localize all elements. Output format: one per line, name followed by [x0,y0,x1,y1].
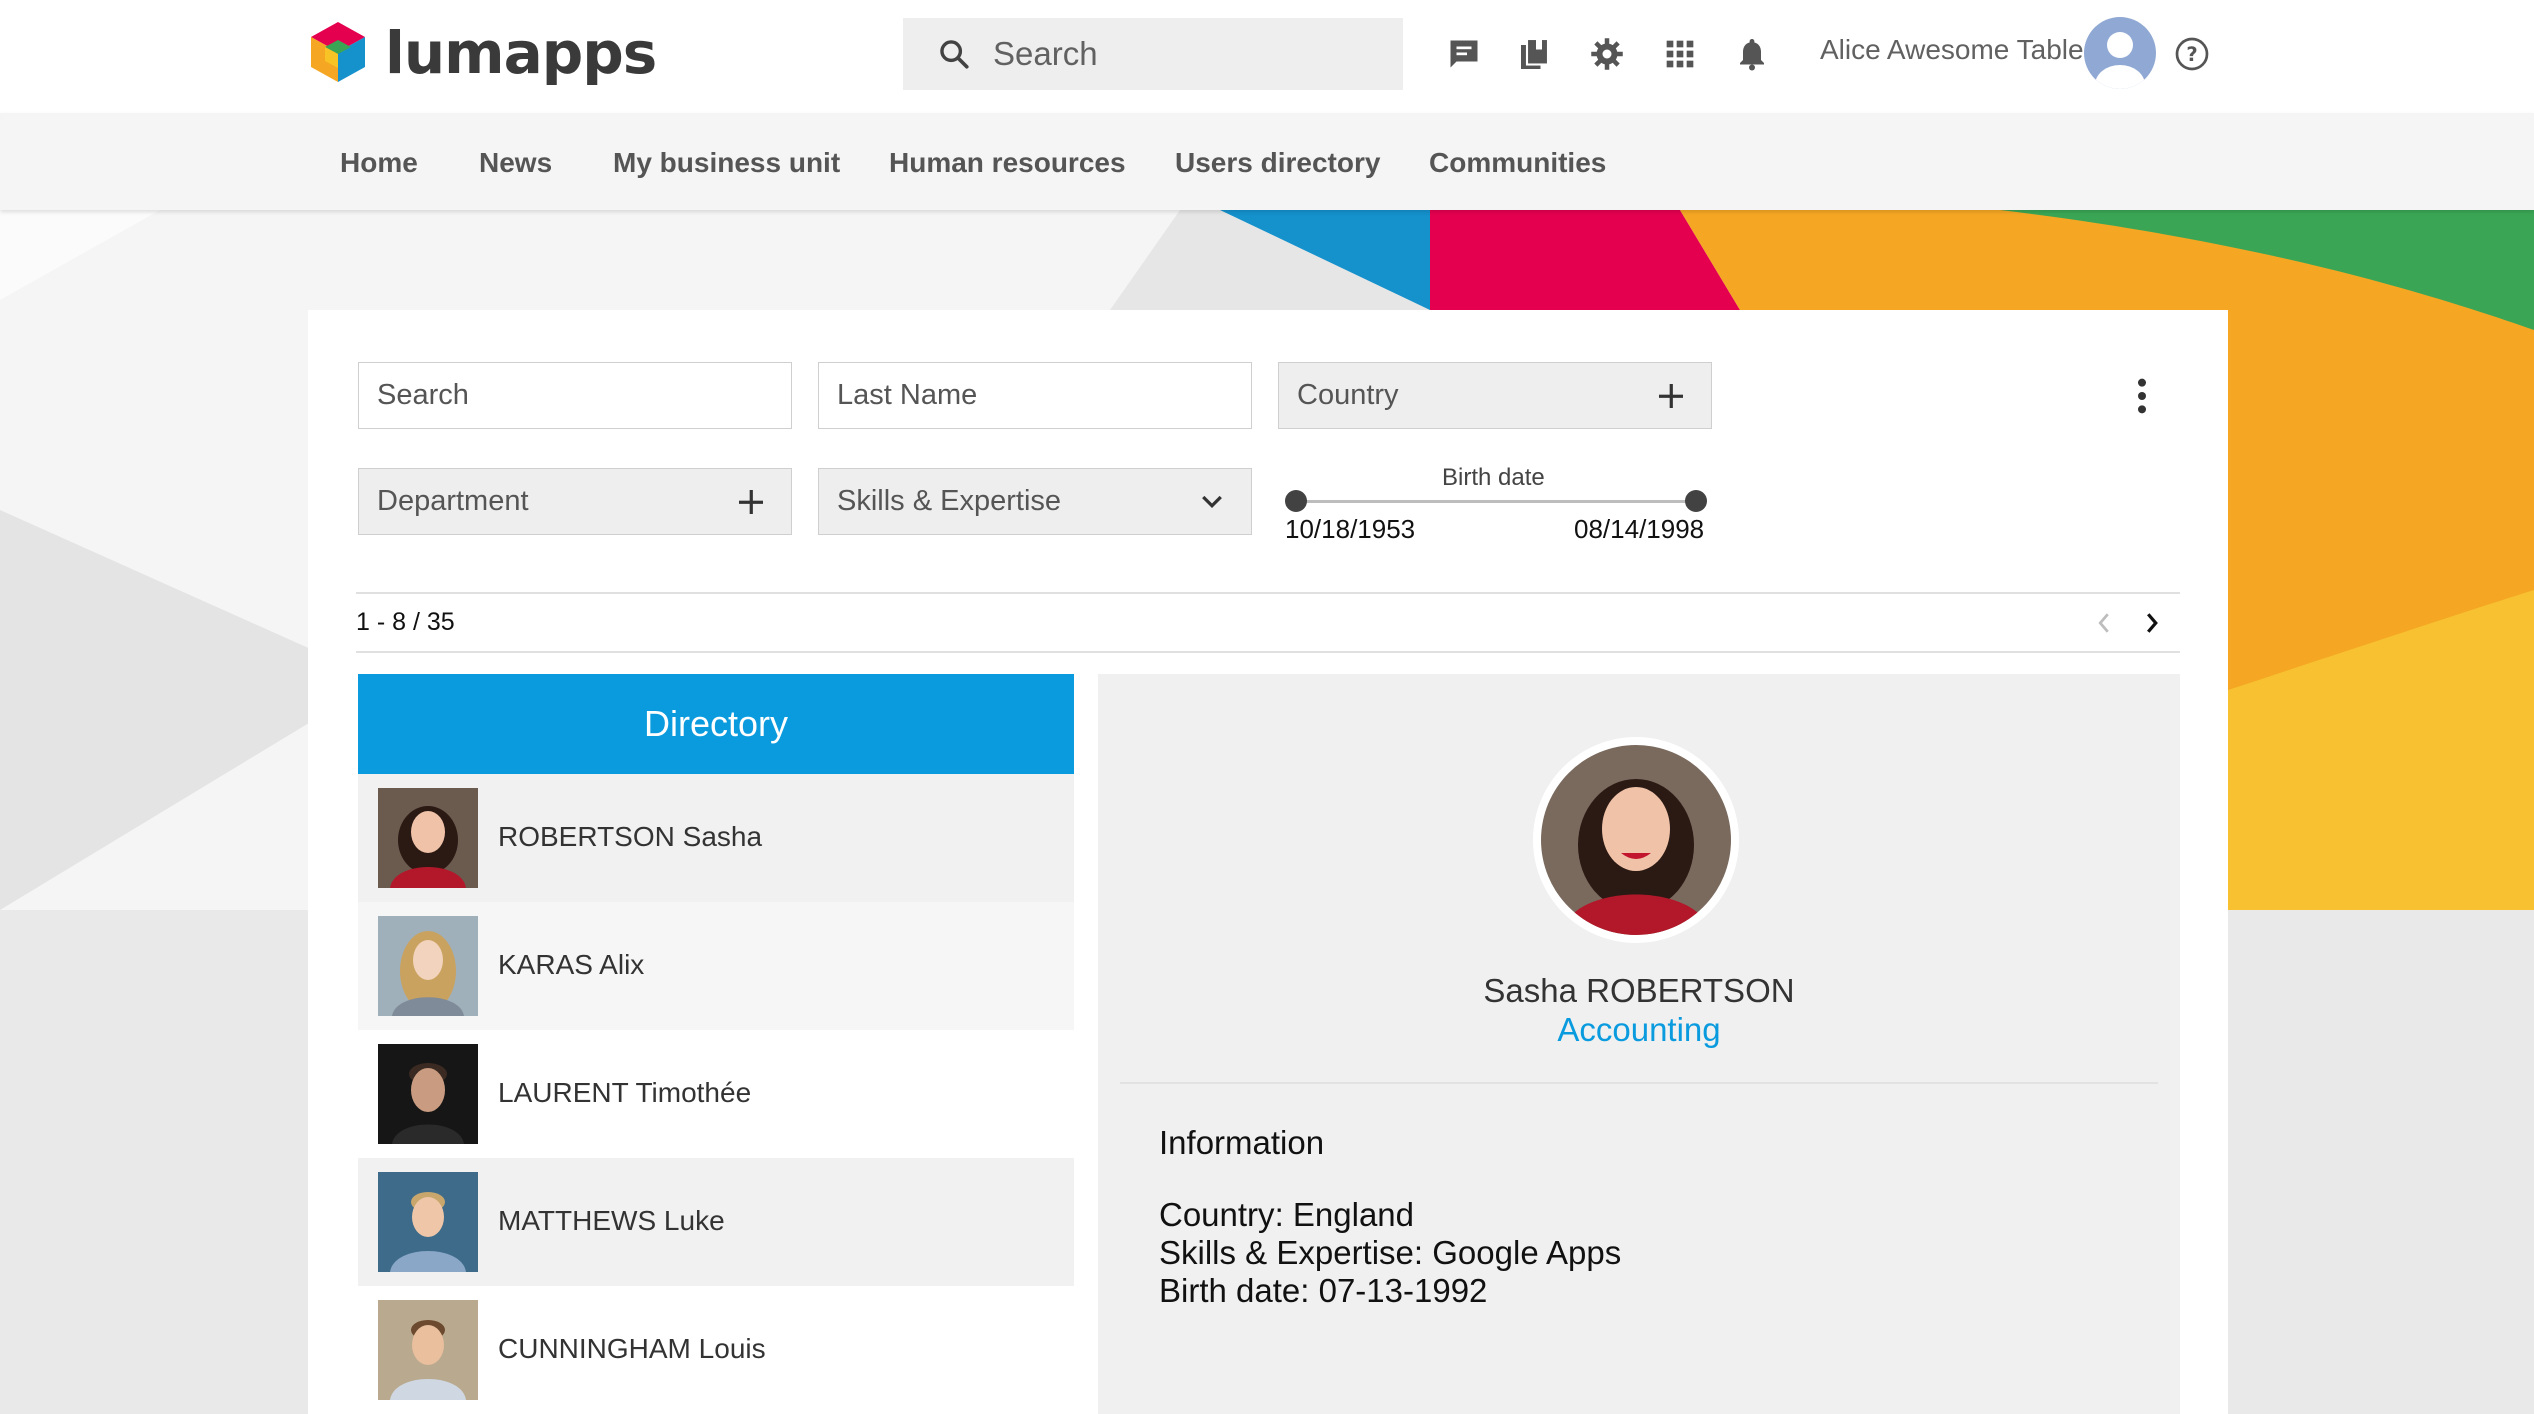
department-filter-label: Department [377,485,529,517]
brand-logo[interactable]: lumapps [305,18,657,88]
profile-name: Sasha ROBERTSON [1483,972,1795,1009]
brand-name: lumapps [385,19,657,87]
info-skills-expertise: Skills & Expertise: Google Apps [1159,1234,1622,1271]
last-name-field[interactable]: Last Name [818,362,1252,429]
help-icon[interactable]: ? [2174,36,2210,77]
global-search[interactable]: Search [903,18,1403,90]
person-photo [378,788,478,888]
profile-photo [1533,737,1739,943]
birth-date-max-handle[interactable] [1685,490,1707,512]
skills-expertise-label: Skills & Expertise [837,485,1062,517]
library-icon[interactable] [1514,32,1558,76]
person-name: CUNNINGHAM Louis [498,1333,766,1364]
search-field-placeholder: Search [377,379,469,411]
person-photo [378,1300,478,1400]
more-options-icon[interactable] [2130,376,2154,421]
user-name[interactable]: Alice Awesome Table [1820,34,2084,66]
nav-item-communities[interactable]: Communities [1429,147,1606,179]
birth-date-slider-track[interactable] [1296,500,1696,503]
country-filter[interactable]: Country [1278,362,1712,429]
main-navigation: Home News My business unit Human resourc… [0,113,2534,210]
chevron-down-icon [1197,487,1227,517]
skills-expertise-select[interactable]: Skills & Expertise [818,468,1252,535]
person-name: ROBERTSON Sasha [498,821,763,852]
birth-date-min-handle[interactable] [1285,490,1307,512]
birth-date-min-value: 10/18/1953 [1285,514,1416,544]
chat-icon[interactable] [1442,32,1486,76]
global-search-placeholder: Search [993,35,1098,72]
apps-grid-icon[interactable] [1658,32,1702,76]
pagination-count: 1 - 8 / 35 [356,608,455,636]
department-filter[interactable]: Department [358,468,792,535]
info-country: Country: England [1159,1196,1415,1233]
divider [356,592,2180,594]
list-item[interactable]: KARAS Alix [358,902,1074,1030]
birth-date-max-value: 08/14/1998 [1574,514,1705,544]
previous-page-icon[interactable] [2092,608,2116,643]
directory-title: Directory [643,703,789,744]
nav-item-news[interactable]: News [479,147,552,179]
search-field[interactable]: Search [358,362,792,429]
svg-text:?: ? [2186,43,2197,66]
list-item[interactable]: LAURENT Timothée [358,1030,1074,1158]
directory-header: Directory [358,674,1074,774]
info-birth-date: Birth date: 07-13-1992 [1159,1272,1488,1309]
profile-department[interactable]: Accounting [1098,1011,2180,1049]
last-name-placeholder: Last Name [837,379,978,411]
top-bar: lumapps Search Alice Awesome Table ? [0,0,2534,113]
list-item[interactable]: ROBERTSON Sasha [358,774,1074,902]
nav-item-users-directory[interactable]: Users directory [1175,147,1380,179]
person-photo [378,1044,478,1144]
nav-item-my-business-unit[interactable]: My business unit [613,147,840,179]
directory-list: ROBERTSON Sasha KARAS Alix LAURENT Timot… [358,774,1074,1414]
search-icon [940,40,969,69]
birth-date-label: Birth date [1442,464,1545,491]
list-item[interactable]: CUNNINGHAM Louis [358,1286,1074,1414]
list-item[interactable]: MATTHEWS Luke [358,1158,1074,1286]
person-photo [378,1172,478,1272]
plus-icon [735,486,767,518]
divider [1120,1082,2158,1084]
user-avatar[interactable] [2084,17,2156,89]
next-page-icon[interactable] [2140,608,2164,643]
notifications-icon[interactable] [1730,32,1774,76]
country-filter-label: Country [1297,379,1399,411]
settings-icon[interactable] [1585,32,1629,76]
divider [356,651,2180,653]
lumapps-logo-icon [311,22,365,82]
plus-icon [1655,380,1687,412]
person-name: MATTHEWS Luke [498,1205,725,1236]
nav-item-home[interactable]: Home [340,147,418,179]
nav-item-human-resources[interactable]: Human resources [889,147,1126,179]
person-name: LAURENT Timothée [498,1077,752,1108]
person-photo [378,916,478,1016]
person-name: KARAS Alix [498,949,645,980]
information-heading: Information [1159,1124,1325,1161]
